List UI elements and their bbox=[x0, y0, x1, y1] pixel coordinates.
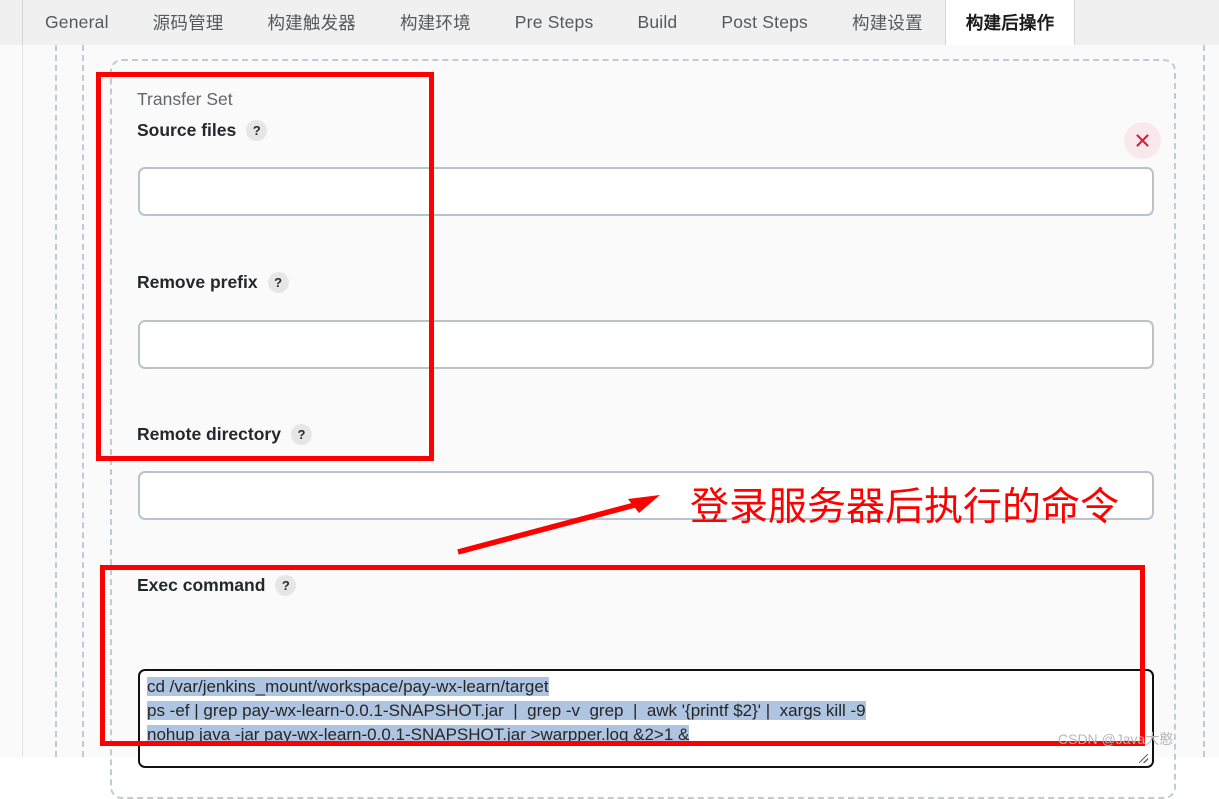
tab-label: Build bbox=[637, 12, 678, 32]
tab-post-steps[interactable]: Post Steps bbox=[699, 0, 830, 45]
resize-handle-icon[interactable] bbox=[1136, 751, 1150, 765]
tab-label: 构建后操作 bbox=[965, 13, 1055, 33]
tab-build-env[interactable]: 构建环境 bbox=[378, 0, 493, 45]
content-left-rule bbox=[22, 45, 23, 757]
tab-build-settings[interactable]: 构建设置 bbox=[830, 0, 945, 45]
exec-command-label: Exec command ? bbox=[137, 575, 297, 596]
exec-command-line: ps -ef | grep pay-wx-learn-0.0.1-SNAPSHO… bbox=[147, 701, 866, 720]
nesting-guide-line-3 bbox=[1203, 45, 1205, 757]
remove-prefix-label: Remove prefix ? bbox=[137, 272, 289, 293]
help-icon[interactable]: ? bbox=[290, 424, 312, 445]
remove-prefix-input[interactable] bbox=[138, 320, 1154, 369]
tab-label: 构建设置 bbox=[852, 13, 923, 33]
exec-command-label-text: Exec command bbox=[137, 575, 266, 595]
remote-directory-input[interactable] bbox=[138, 471, 1154, 520]
tab-list: General 源码管理 构建触发器 构建环境 Pre Steps Build … bbox=[23, 0, 1076, 45]
source-files-label: Source files ? bbox=[137, 120, 268, 141]
source-files-input[interactable] bbox=[138, 167, 1154, 216]
tab-label: 源码管理 bbox=[152, 13, 224, 33]
tab-label: Pre Steps bbox=[514, 12, 594, 32]
transfer-set-title: Transfer Set bbox=[137, 89, 233, 110]
tab-pre-steps[interactable]: Pre Steps bbox=[493, 0, 616, 45]
exec-command-line: cd /var/jenkins_mount/workspace/pay-wx-l… bbox=[147, 677, 549, 696]
exec-command-line: nohup java -jar pay-wx-learn-0.0.1-SNAPS… bbox=[147, 725, 690, 744]
tab-scm[interactable]: 源码管理 bbox=[131, 0, 246, 45]
page-content: Transfer Set Source files ? Remove prefi… bbox=[0, 45, 1219, 799]
tab-label: 构建触发器 bbox=[267, 13, 356, 33]
close-icon[interactable] bbox=[1124, 122, 1161, 159]
tab-bar: General 源码管理 构建触发器 构建环境 Pre Steps Build … bbox=[0, 0, 1219, 45]
tab-build[interactable]: Build bbox=[615, 0, 699, 45]
nesting-guide-line-1 bbox=[55, 45, 57, 757]
tab-general[interactable]: General bbox=[23, 0, 131, 45]
remove-prefix-label-text: Remove prefix bbox=[137, 272, 258, 292]
remote-directory-label-text: Remote directory bbox=[137, 424, 281, 444]
help-icon[interactable]: ? bbox=[267, 272, 289, 293]
tab-label: 构建环境 bbox=[399, 13, 471, 33]
transfer-set-title-text: Transfer Set bbox=[137, 89, 233, 109]
exec-command-textarea[interactable]: cd /var/jenkins_mount/workspace/pay-wx-l… bbox=[138, 669, 1154, 768]
tab-label: General bbox=[45, 12, 109, 32]
help-icon[interactable]: ? bbox=[275, 575, 297, 596]
tab-post-build-actions[interactable]: 构建后操作 bbox=[944, 0, 1076, 45]
nesting-guide-line-2 bbox=[82, 45, 84, 757]
tab-build-trigger[interactable]: 构建触发器 bbox=[245, 0, 378, 45]
exec-command-text: cd /var/jenkins_mount/workspace/pay-wx-l… bbox=[140, 675, 1152, 747]
tab-label: Post Steps bbox=[721, 12, 809, 32]
help-icon[interactable]: ? bbox=[246, 120, 268, 141]
remote-directory-label: Remote directory ? bbox=[137, 424, 312, 445]
source-files-label-text: Source files bbox=[137, 120, 237, 140]
